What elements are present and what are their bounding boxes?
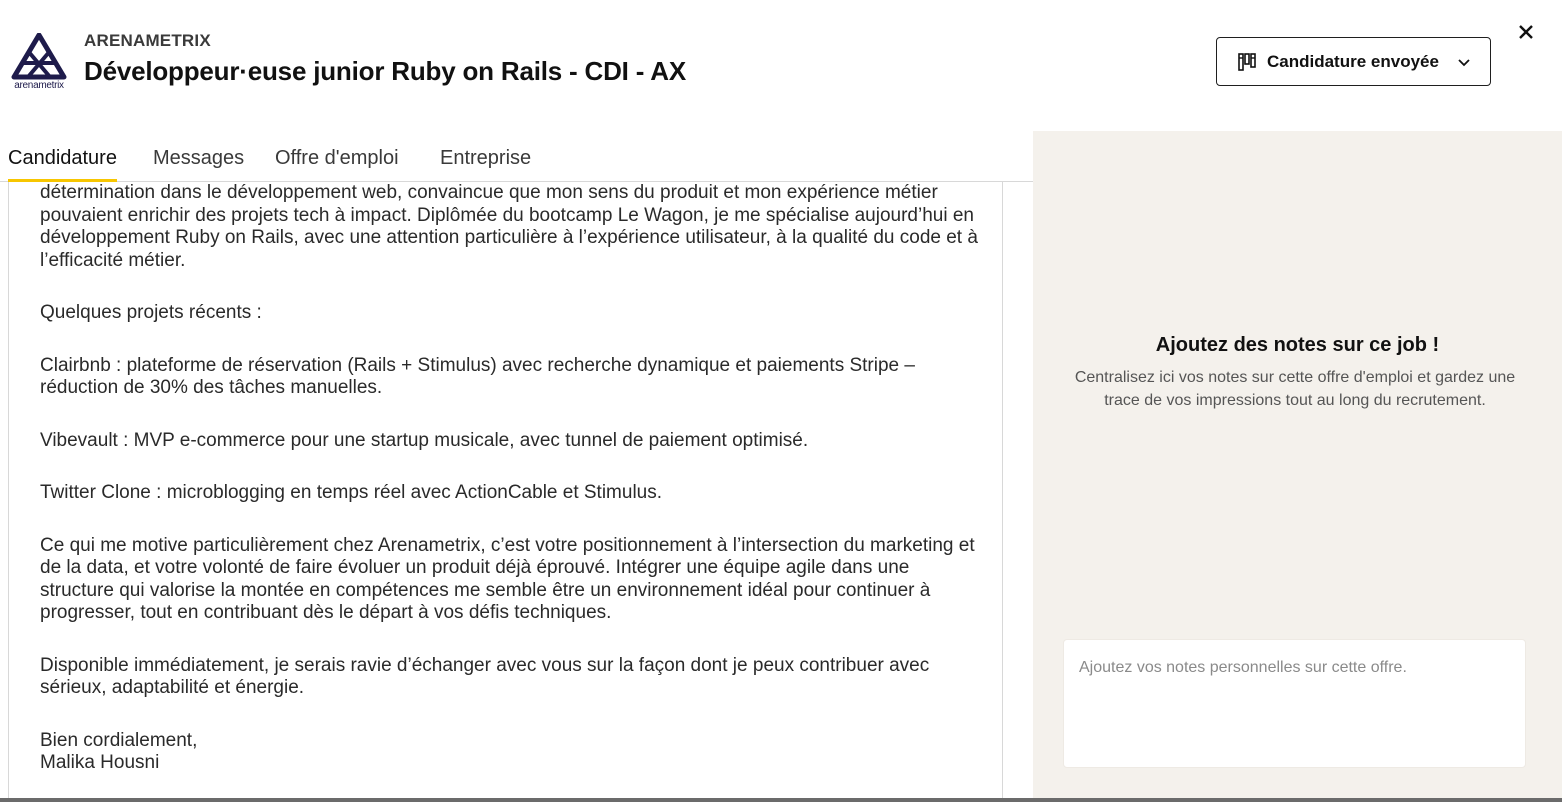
letter-paragraph: Clairbnb : plateforme de réservation (Ra… <box>40 354 915 399</box>
letter-paragraph: détermination dans le développement web,… <box>40 182 978 271</box>
notes-title: Ajoutez des notes sur ce job ! <box>1155 334 1440 356</box>
arenametrix-logo-icon <box>11 33 67 80</box>
letter-paragraph: Vibevault : MVP e-commerce pour une star… <box>40 429 809 451</box>
letter-paragraph: Quelques projets récents : <box>40 302 262 323</box>
bottom-divider <box>0 798 1562 802</box>
tab-offre-emploi[interactable]: Offre d'emploi <box>275 147 399 182</box>
letter-paragraph: Disponible immédiatement, je serais ravi… <box>40 654 930 699</box>
tab-candidature[interactable]: Candidature <box>8 147 117 182</box>
company-logo: arenametrix <box>8 33 70 91</box>
header: arenametrix ARENAMETRIX Développeur·euse… <box>0 0 1562 131</box>
letter-paragraph: Twitter Clone : microblogging en temps r… <box>40 482 663 503</box>
tab-messages[interactable]: Messages <box>153 147 244 182</box>
notes-input[interactable] <box>1063 639 1526 768</box>
company-name: ARENAMETRIX <box>84 31 211 50</box>
application-status-dropdown[interactable]: Candidature envoyée <box>1216 37 1491 86</box>
logo-text: arenametrix <box>14 80 64 91</box>
cover-letter: détermination dans le développement web,… <box>40 182 980 775</box>
tab-bar: Candidature Messages Offre d'emploi Entr… <box>0 131 1033 182</box>
tab-entreprise[interactable]: Entreprise <box>440 147 531 182</box>
chevron-down-icon <box>1458 58 1470 66</box>
letter-closing: Bien cordialement, <box>40 729 198 751</box>
letter-signature: Malika Housni <box>40 752 160 773</box>
kanban-icon <box>1238 52 1256 71</box>
notes-panel: Ajoutez des notes sur ce job ! Centralis… <box>1033 131 1562 802</box>
letter-paragraph: Ce qui me motive particulièrement chez A… <box>40 534 975 624</box>
cover-letter-panel[interactable]: détermination dans le développement web,… <box>8 182 1003 802</box>
job-title: Développeur·euse junior Ruby on Rails - … <box>84 56 686 86</box>
close-icon[interactable] <box>1515 21 1537 43</box>
notes-description: Centralisez ici vos notes sur cette offr… <box>1074 369 1516 409</box>
status-label: Candidature envoyée <box>1267 51 1439 71</box>
